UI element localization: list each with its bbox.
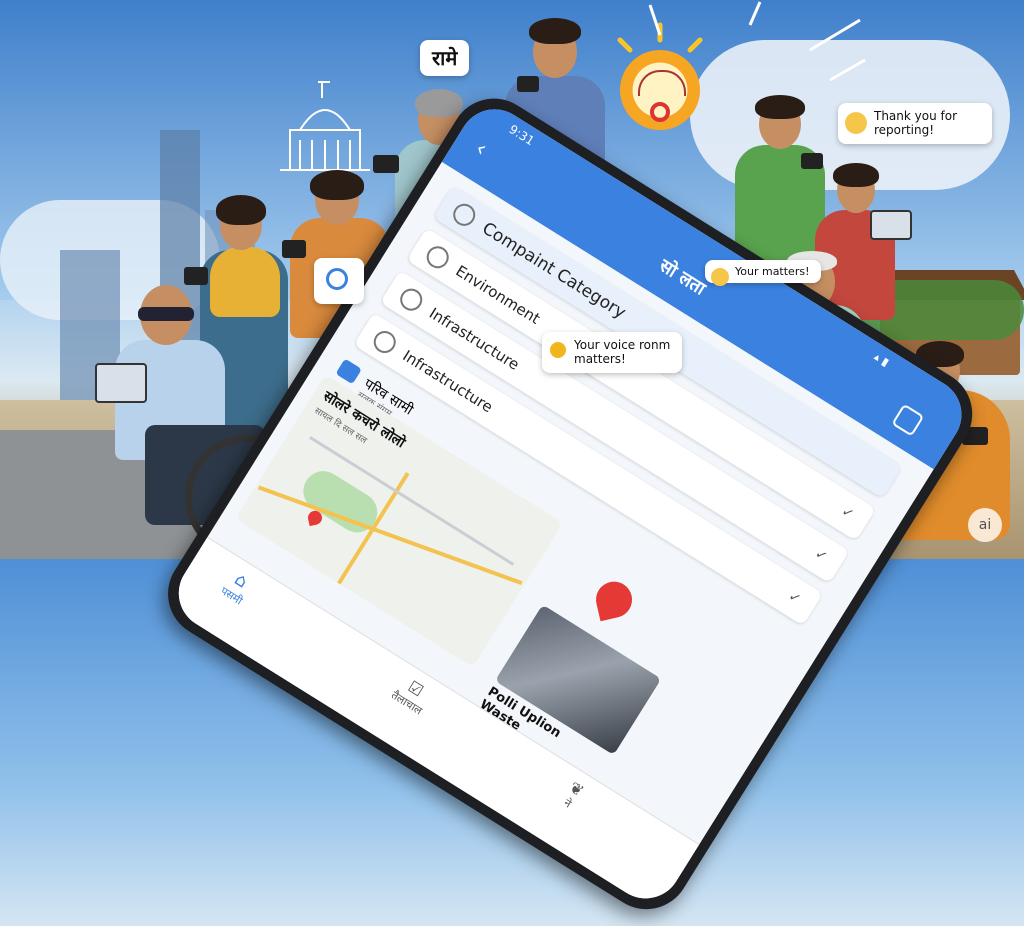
header-title: सो लता: [655, 255, 710, 300]
camera-icon[interactable]: [335, 358, 362, 385]
building-icon: [396, 284, 427, 315]
voice-speech-bubble: Your voice ronm matters!: [542, 332, 682, 373]
leaf-icon: [422, 242, 453, 273]
nav-item-tracking[interactable]: ☑ तैलाचाल: [388, 672, 435, 719]
location-pin-icon[interactable]: [592, 578, 636, 622]
user-icon: [449, 199, 480, 230]
nav-item-home[interactable]: ⌂ पसमी: [218, 566, 257, 609]
bubble-text: रामे: [432, 46, 458, 70]
hindi-speech-bubble: रामे: [420, 40, 470, 76]
status-icons: ▴ ▮: [871, 349, 892, 369]
check-square-icon[interactable]: [891, 403, 925, 437]
back-button[interactable]: ‹: [471, 136, 492, 162]
ai-watermark: ai: [968, 508, 1002, 542]
thanks-speech-bubble: Thank you for reporting!: [838, 103, 992, 144]
nav-item-profile[interactable]: ❦ ने: [558, 778, 588, 814]
smiley-icon: [845, 112, 867, 134]
target-bubble: [314, 258, 364, 304]
bubble-text: Your voice ronm matters!: [574, 338, 671, 367]
status-time: 9:31: [506, 122, 537, 149]
chevron-right-icon: ✓: [811, 545, 831, 566]
smiley-icon: [711, 268, 729, 286]
target-icon: [326, 268, 348, 290]
flower-icon: [550, 342, 566, 358]
bubble-text: Your matters!: [735, 265, 810, 278]
location-icon: [369, 326, 400, 358]
chevron-right-icon: ✓: [838, 503, 857, 524]
watermark-text: ai: [978, 517, 992, 533]
bubble-text: Thank you for reporting!: [874, 109, 958, 138]
matters-speech-bubble: Your matters!: [705, 260, 821, 286]
arrows-icon: [648, 1, 866, 82]
chevron-right-icon: ✓: [785, 588, 804, 608]
